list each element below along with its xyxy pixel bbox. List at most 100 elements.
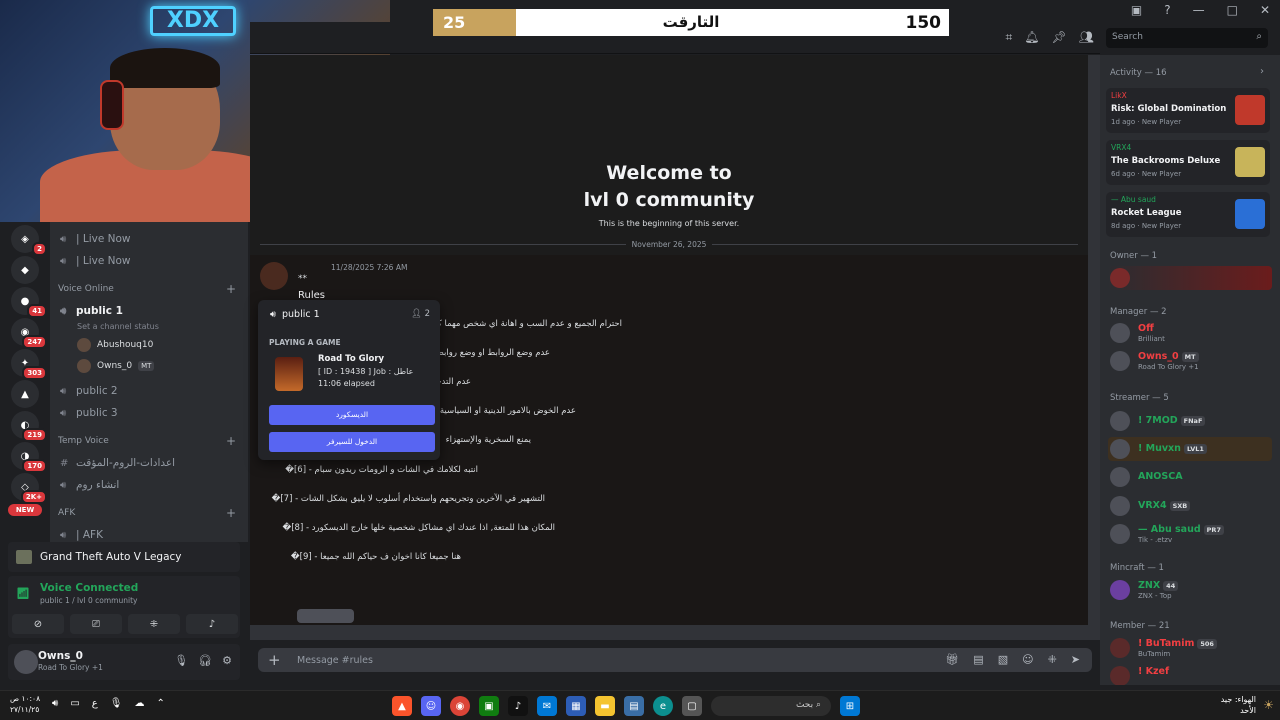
minimize-button[interactable]: —: [1193, 3, 1205, 17]
activity-card[interactable]: — Abu saud Rocket League 8d ago · New Pl…: [1106, 192, 1270, 237]
server-icon[interactable]: ◇ 2K+: [11, 473, 47, 504]
server-icon[interactable]: ▲: [11, 380, 39, 408]
volume-icon[interactable]: 🔊︎: [52, 698, 58, 709]
app-xbox-icon[interactable]: ▣: [479, 696, 499, 716]
channel-create-room[interactable]: 🔊︎ انشاء روم: [50, 474, 248, 496]
signal-icon[interactable]: 📶︎: [16, 587, 30, 601]
inbox-icon[interactable]: ▣: [1131, 3, 1142, 17]
game-activity-panel[interactable]: Grand Theft Auto V Legacy: [8, 542, 240, 572]
app-window-icon[interactable]: ▢: [682, 696, 702, 716]
maximize-button[interactable]: □: [1227, 3, 1238, 17]
server-icon[interactable]: ◈ 2: [11, 225, 47, 256]
chevron-right-icon[interactable]: ›: [1260, 66, 1264, 77]
app-store-icon[interactable]: ▦: [566, 696, 586, 716]
channel-public-3[interactable]: 🔊︎ public 3: [50, 402, 248, 424]
soundboard-button[interactable]: ♪: [186, 614, 238, 634]
screen-share-button[interactable]: ⎚: [70, 614, 122, 634]
gif-icon[interactable]: ▤: [973, 653, 983, 666]
sticker-icon[interactable]: ▧: [998, 653, 1008, 666]
server-icon[interactable]: ◉ 247: [11, 318, 47, 349]
server-icon[interactable]: ◐ 219: [11, 411, 47, 442]
search-input[interactable]: Search ⌕: [1106, 28, 1268, 48]
member-item[interactable]: ! Kzef: [1108, 664, 1272, 685]
voice-user[interactable]: Abushouq10: [50, 334, 248, 355]
taskbar-search[interactable]: بحث ⌕: [711, 696, 831, 716]
voice-channel[interactable]: public 1 / lvl 0 community: [40, 596, 137, 605]
headphones-icon[interactable]: 🎧︎: [198, 654, 212, 667]
member-item[interactable]: VRX4 SXB: [1108, 494, 1272, 518]
add-channel-icon[interactable]: +: [226, 506, 236, 520]
camera-off-button[interactable]: ⊘: [12, 614, 64, 634]
category-temp-voice[interactable]: Temp Voice +: [50, 430, 248, 452]
member-item[interactable]: ZNX 44 ZNX - Top: [1108, 578, 1272, 602]
app-tiktok-icon[interactable]: ♪: [508, 696, 528, 716]
voice-user[interactable]: Owns_0 MT: [50, 355, 248, 376]
app-calendar-icon[interactable]: ▤: [624, 696, 644, 716]
avatar[interactable]: [260, 262, 288, 290]
channel-afk[interactable]: 🔊︎ | AFK: [50, 524, 248, 542]
taskbar-clock[interactable]: ١٠:٠٨ ص ٢٧/١١/٢٥: [10, 693, 40, 715]
add-channel-icon[interactable]: +: [226, 282, 236, 296]
jump-to-present[interactable]: [297, 609, 354, 623]
add-channel-icon[interactable]: +: [226, 434, 236, 448]
members-icon[interactable]: 👥︎: [1079, 30, 1094, 45]
cloud-icon[interactable]: ☁: [134, 698, 144, 709]
gear-icon[interactable]: ⚙: [222, 654, 232, 667]
send-icon[interactable]: ➤: [1071, 653, 1080, 666]
activities-button[interactable]: ⁜: [128, 614, 180, 634]
activity-card[interactable]: VRX4 The Backrooms Deluxe 6d ago · New P…: [1106, 140, 1270, 185]
server-icon[interactable]: ◆: [11, 256, 39, 284]
language-icon[interactable]: ع: [92, 698, 98, 709]
message-composer[interactable]: + Message #rules 🎁︎ ▤ ▧ ☺ ⁜ ➤: [258, 648, 1092, 672]
attach-icon[interactable]: +: [268, 651, 281, 669]
member-item[interactable]: ! BuTamim 506 BuTamim: [1108, 636, 1272, 660]
voice-status[interactable]: Voice Connected: [40, 582, 138, 594]
avatar[interactable]: [14, 650, 38, 674]
category-voice-online[interactable]: Voice Online +: [50, 278, 248, 300]
category-afk[interactable]: AFK +: [50, 502, 248, 524]
member-item[interactable]: [1108, 266, 1272, 290]
gift-icon[interactable]: 🎁︎: [945, 653, 959, 666]
close-button[interactable]: ✕: [1260, 3, 1270, 17]
mic-icon[interactable]: 🎙︎: [110, 698, 123, 709]
app-chrome-icon[interactable]: ◉: [450, 696, 470, 716]
apps-icon[interactable]: ⁜: [1048, 653, 1057, 666]
member-item[interactable]: ! Muvxn LVL1: [1108, 437, 1272, 461]
join-server-button[interactable]: الدخول للسيرفر: [269, 432, 435, 452]
emoji-icon[interactable]: ☺: [1022, 653, 1033, 666]
app-discord-icon[interactable]: ☺: [421, 696, 441, 716]
network-icon[interactable]: ▭: [70, 698, 79, 709]
new-badge[interactable]: NEW: [8, 504, 42, 516]
channel-live-now[interactable]: 🔊︎ | Live Now: [50, 250, 248, 272]
server-icon[interactable]: ✦ 303: [11, 349, 47, 380]
help-icon[interactable]: ?: [1164, 3, 1170, 17]
start-icon[interactable]: ⊞: [840, 696, 860, 716]
activity-card[interactable]: LikX Risk: Global Domination 1d ago · Ne…: [1106, 88, 1270, 133]
channel-public-1[interactable]: 🔊︎ public 1: [50, 300, 248, 322]
app-explorer-icon[interactable]: ▬: [595, 696, 615, 716]
channel-public-2[interactable]: 🔊︎ public 2: [50, 380, 248, 402]
app-edge-icon[interactable]: e: [653, 696, 673, 716]
bell-icon[interactable]: 🔔︎: [1024, 30, 1039, 45]
pin-icon[interactable]: 📌︎: [1052, 30, 1067, 45]
mic-icon[interactable]: 🎙︎: [174, 654, 188, 667]
member-item[interactable]: ANOSCA: [1108, 465, 1272, 489]
channel-status[interactable]: Set a channel status: [50, 322, 248, 334]
app-mail-icon[interactable]: ✉: [537, 696, 557, 716]
user-name[interactable]: Owns_0: [38, 650, 83, 662]
member-item[interactable]: — Abu saud PR7 Tik - .etzv: [1108, 522, 1272, 546]
activity-header[interactable]: Activity — 16: [1110, 68, 1167, 78]
role-header-owner: Owner — 1: [1110, 251, 1158, 261]
threads-icon[interactable]: ⌗: [1006, 30, 1013, 45]
discord-link-button[interactable]: الديسكورد: [269, 405, 435, 425]
member-item[interactable]: ! 7MOD FNaF: [1108, 409, 1272, 433]
channel-live-now[interactable]: 🔊︎ | Live Now: [50, 228, 248, 250]
chevron-up-icon[interactable]: ⌃: [156, 698, 164, 709]
app-brave-icon[interactable]: ▲: [392, 696, 412, 716]
server-icon[interactable]: ● 41: [11, 287, 47, 318]
weather-widget[interactable]: الهواء: جيد الأحد: [1221, 694, 1256, 716]
member-item[interactable]: Owns_0 MT Road To Glory +1: [1108, 349, 1272, 373]
server-icon[interactable]: ◑ 170: [11, 442, 47, 473]
member-item[interactable]: Off Brilliant: [1108, 321, 1272, 345]
channel-temp-settings[interactable]: # اعدادات-الروم-المؤقت: [50, 452, 248, 474]
